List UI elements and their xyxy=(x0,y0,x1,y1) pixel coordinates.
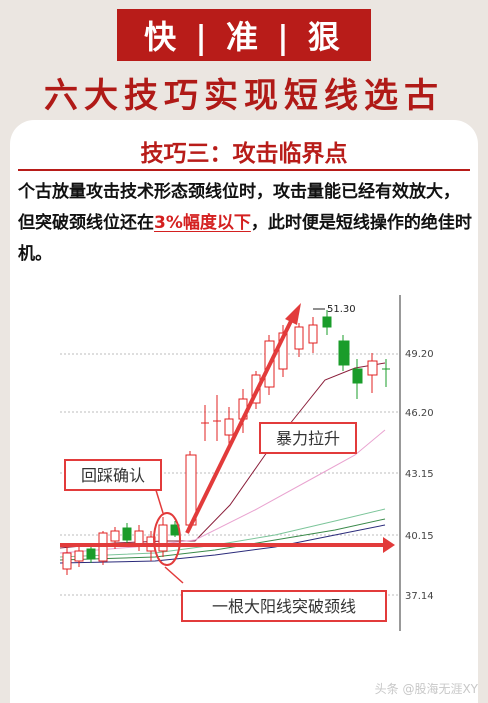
title-banner: 快 | 准 | 狠 xyxy=(117,9,371,61)
watermark: 头条 @股海无涯XY xyxy=(374,682,478,696)
peak-label: 51.30 xyxy=(327,304,356,315)
banner-text: 快 | 准 | 狠 xyxy=(144,18,344,56)
candlestick-chart: 49.20 46.20 43.15 40.15 37.14 51.30 暴力拉升… xyxy=(59,295,434,631)
candle xyxy=(308,317,318,353)
section-title: 技巧三：攻击临界点 xyxy=(140,141,348,167)
candle xyxy=(352,359,363,399)
candle xyxy=(338,335,350,371)
candle xyxy=(74,545,84,567)
body-highlight: 3%幅度以下 xyxy=(154,213,251,233)
price-tick: 43.15 xyxy=(405,469,434,480)
candle xyxy=(201,405,209,441)
callout-violent-rise: 暴力拉升 xyxy=(276,429,340,448)
neckline-arrowhead xyxy=(383,537,395,553)
price-tick: 46.20 xyxy=(405,408,434,419)
candle xyxy=(213,395,221,441)
price-tick: 40.15 xyxy=(405,531,434,542)
callout-neckline: 一根大阳线突破颈线 xyxy=(212,597,356,616)
candle xyxy=(294,323,304,357)
candle xyxy=(122,523,132,545)
candle xyxy=(98,531,108,565)
body-paragraph: 个古放量攻击技术形态颈线位时，攻击量能已经有效放大，但突破颈线位还在3%幅度以下… xyxy=(18,177,472,270)
candle xyxy=(158,517,168,557)
candle xyxy=(62,547,72,575)
ma-line xyxy=(59,508,386,558)
rise-arrowhead xyxy=(285,303,301,325)
subtitle: 六大技巧实现短线选古 xyxy=(44,76,444,116)
candle xyxy=(367,353,378,393)
callout-pullback: 回踩确认 xyxy=(81,466,145,485)
callout-connector xyxy=(164,566,184,584)
price-tick: 37.14 xyxy=(405,591,434,602)
title-divider xyxy=(18,169,470,171)
price-tick: 49.20 xyxy=(405,349,434,360)
